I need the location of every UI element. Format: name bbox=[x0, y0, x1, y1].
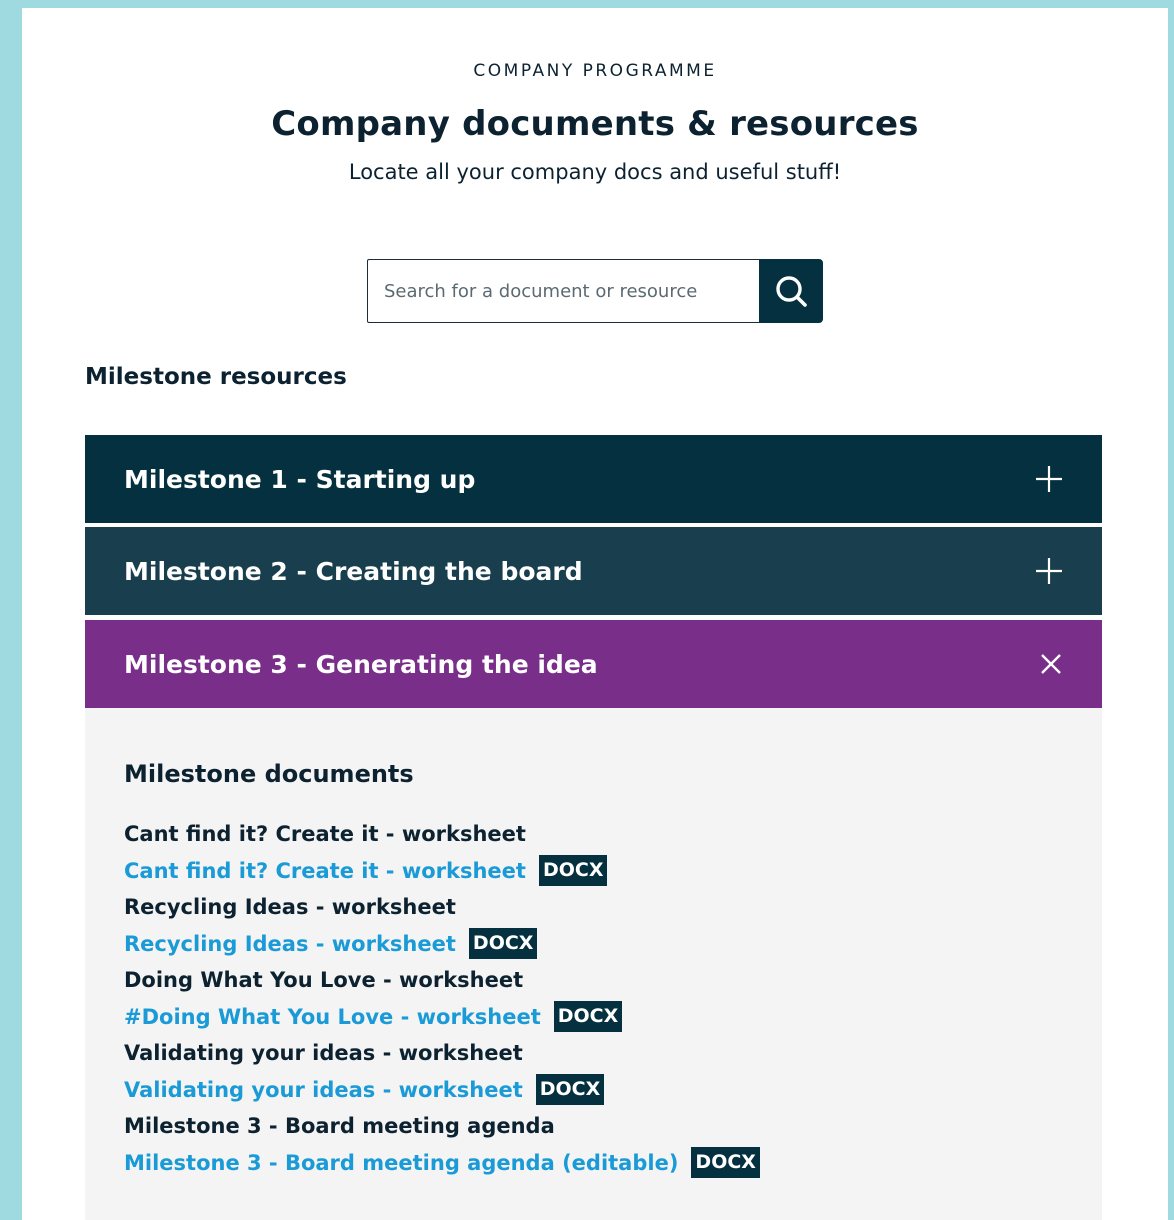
docx-badge: DOCX bbox=[538, 855, 608, 887]
document-title-row: Milestone 3 - Board meeting agenda bbox=[124, 1108, 1063, 1145]
milestone-accordion: Milestone 1 - Starting up Milestone 2 - … bbox=[85, 435, 1102, 1220]
document-title: Validating your ideas - worksheet bbox=[124, 1041, 523, 1066]
document-link-row: Cant find it? Create it - worksheet DOCX bbox=[124, 853, 1063, 890]
docx-badge: DOCX bbox=[691, 1147, 760, 1179]
close-icon bbox=[1041, 654, 1061, 674]
document-link-row: Validating your ideas - worksheet DOCX bbox=[124, 1072, 1063, 1109]
eyebrow-label: COMPANY PROGRAMME bbox=[473, 61, 717, 81]
document-link[interactable]: #Doing What You Love - worksheet bbox=[124, 1005, 541, 1029]
milestone-2-header[interactable]: Milestone 2 - Creating the board bbox=[85, 527, 1102, 615]
content-panel: COMPANY PROGRAMME Company documents & re… bbox=[22, 8, 1168, 1220]
section-heading: Milestone resources bbox=[85, 364, 347, 390]
search-button[interactable] bbox=[759, 259, 823, 323]
document-title-row: Validating your ideas - worksheet bbox=[124, 1035, 1063, 1072]
document-title: Milestone 3 - Board meeting agenda bbox=[124, 1114, 555, 1139]
page-subtitle: Locate all your company docs and useful … bbox=[348, 160, 842, 184]
document-title: Recycling Ideas - worksheet bbox=[124, 895, 456, 920]
document-link-row: Recycling Ideas - worksheet DOCX bbox=[124, 926, 1063, 963]
milestone-3-header[interactable]: Milestone 3 - Generating the idea bbox=[85, 620, 1102, 708]
docx-badge: DOCX bbox=[553, 1001, 623, 1033]
milestone-3-panel: Milestone documents Cant find it? Create… bbox=[85, 708, 1102, 1220]
document-link[interactable]: Validating your ideas - worksheet bbox=[124, 1078, 523, 1102]
document-title-row: Doing What You Love - worksheet bbox=[124, 962, 1063, 999]
search-icon bbox=[776, 276, 807, 307]
documents-heading: Milestone documents bbox=[124, 760, 414, 788]
plus-icon bbox=[1036, 558, 1062, 584]
document-link[interactable]: Milestone 3 - Board meeting agenda (edit… bbox=[124, 1151, 678, 1175]
document-link-row: Milestone 3 - Board meeting agenda (edit… bbox=[124, 1145, 1063, 1182]
milestone-3-title: Milestone 3 - Generating the idea bbox=[124, 649, 598, 679]
docx-badge: DOCX bbox=[468, 928, 538, 960]
document-link-row: #Doing What You Love - worksheet DOCX bbox=[124, 999, 1063, 1036]
milestone-2-title: Milestone 2 - Creating the board bbox=[124, 556, 583, 586]
document-link[interactable]: Cant find it? Create it - worksheet bbox=[124, 859, 526, 883]
plus-icon bbox=[1036, 466, 1062, 492]
page-title: Company documents & resources bbox=[271, 104, 919, 144]
docx-badge: DOCX bbox=[535, 1074, 605, 1106]
search-input[interactable] bbox=[367, 259, 760, 323]
milestone-1-header[interactable]: Milestone 1 - Starting up bbox=[85, 435, 1102, 523]
document-title-row: Recycling Ideas - worksheet bbox=[124, 889, 1063, 926]
search-form bbox=[367, 259, 823, 323]
milestone-1-title: Milestone 1 - Starting up bbox=[124, 464, 476, 494]
document-link[interactable]: Recycling Ideas - worksheet bbox=[124, 932, 456, 956]
document-title-row: Cant find it? Create it - worksheet bbox=[124, 816, 1063, 853]
document-title: Cant find it? Create it - worksheet bbox=[124, 822, 526, 847]
document-title: Doing What You Love - worksheet bbox=[124, 968, 524, 993]
